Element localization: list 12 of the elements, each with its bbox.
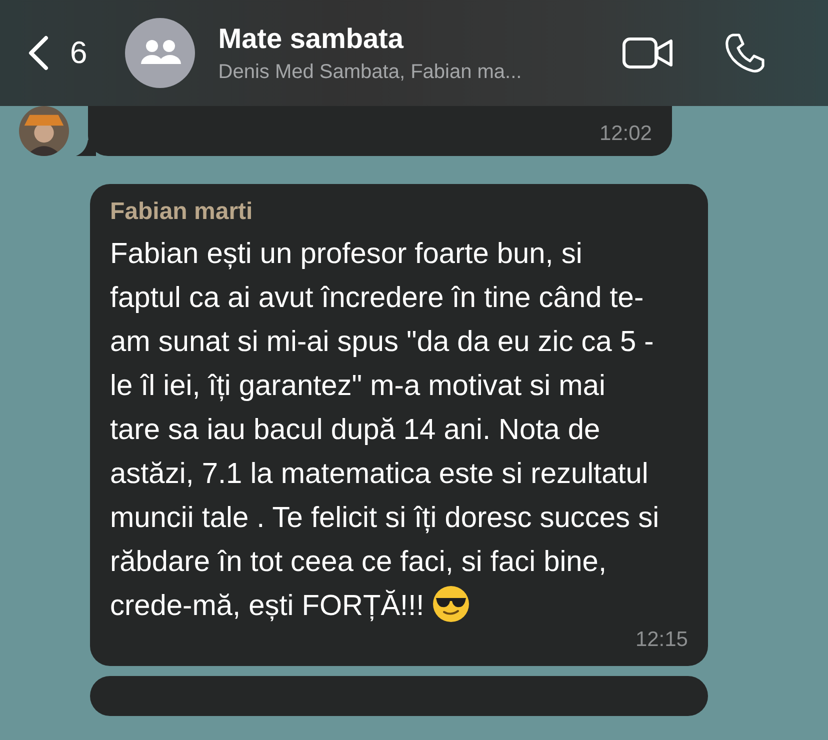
video-call-icon[interactable] [622,36,674,70]
group-avatar-icon[interactable] [125,18,196,88]
participants-list: Denis Med Sambata, Fabian ma... [218,60,622,84]
user-avatar-icon[interactable] [19,106,69,156]
phone-call-icon[interactable] [724,32,766,74]
message-time: 12:15 [634,628,688,652]
chat-title[interactable]: Mate sambata [218,22,622,54]
message-text: Fabian ești un profesor foarte bun, si faptul ca ai avut încredere în tine când te-am sunat si mi-ai spus "da da eu zic ca 5 -le îl iei, îți garantez" m-a motivat si mai tare sa iau bacul după 14 ani. Nota de astăzi, 7.1 la matematica este si rezultatul muncii tale . Te felicit si îți doresc succes si răbdare în tot ceea ce faci, si faci bine, crede-mă, ești FORȚĂ!!! [110,238,660,622]
sender-name: Fabian marti [110,198,254,226]
message-time: 12:02 [599,122,652,146]
back-chevron-icon [26,35,50,71]
back-button[interactable]: 6 [26,35,88,71]
